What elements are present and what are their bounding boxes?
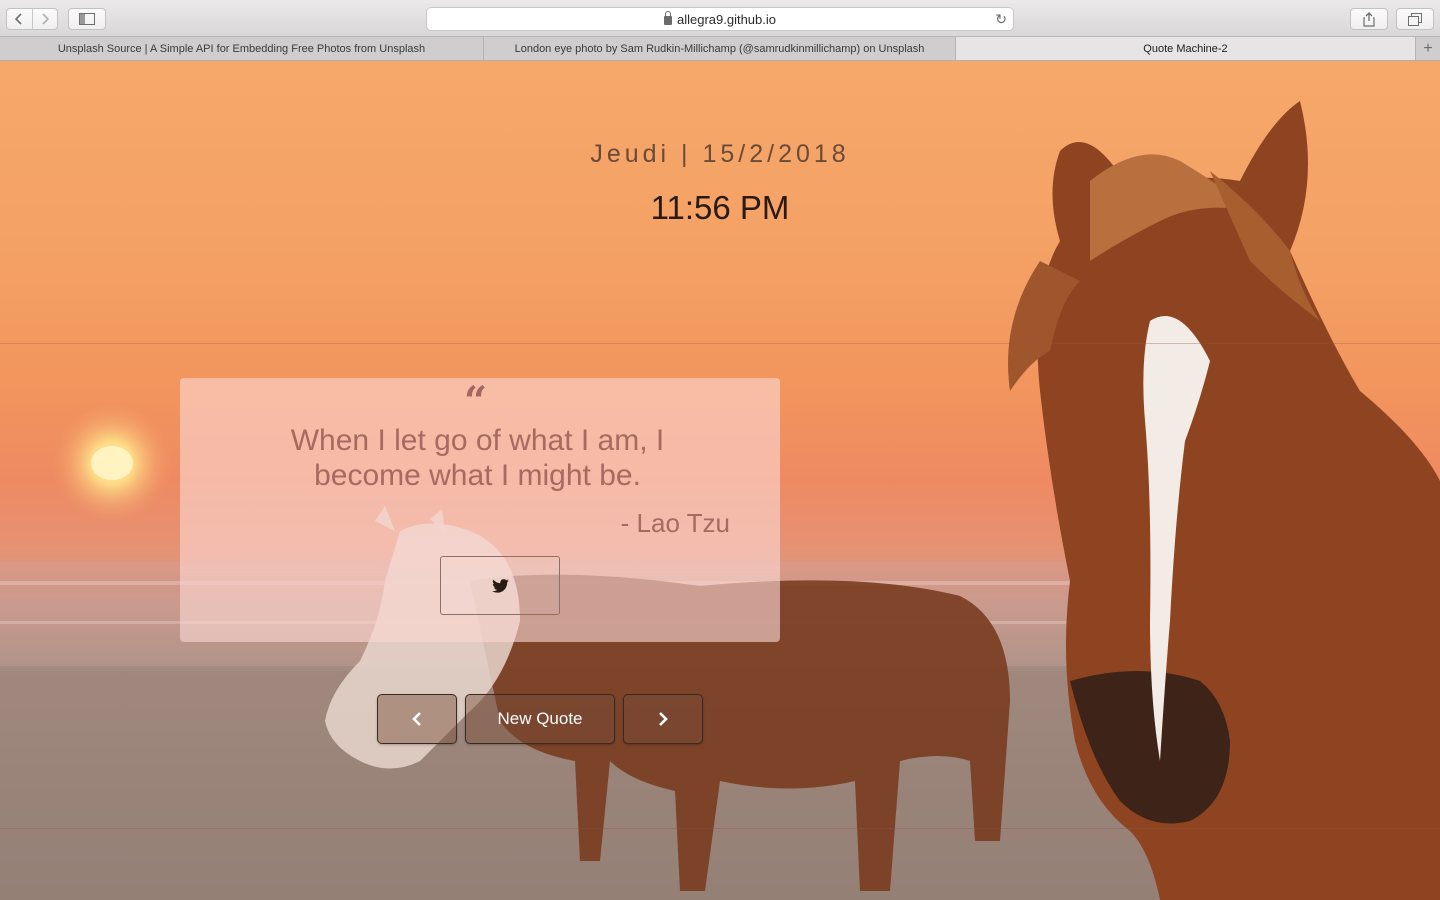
back-icon[interactable]: [7, 9, 33, 29]
divider-line: [0, 828, 1440, 829]
tweet-button[interactable]: [440, 556, 560, 615]
twitter-icon: [491, 578, 509, 593]
url-text: allegra9.github.io: [676, 11, 777, 27]
quote-card: “ When I let go of what I am, I become w…: [180, 378, 780, 642]
quote-text: When I let go of what I am, I become wha…: [290, 424, 665, 492]
browser-toolbar: allegra9.github.io ↻: [0, 0, 1440, 37]
chevron-left-icon: [412, 712, 421, 726]
forward-icon[interactable]: [33, 9, 58, 29]
tab-bar: Unsplash Source | A Simple API for Embed…: [0, 37, 1440, 61]
quote-icon: “: [464, 378, 488, 425]
page-content: Jeudi | 15/2/2018 11:56 PM “ When I let …: [0, 61, 1440, 900]
divider-line: [0, 343, 1440, 344]
time-display: 11:56 PM: [650, 189, 790, 226]
nav-button-group: [6, 8, 58, 30]
address-bar[interactable]: allegra9.github.io ↻: [426, 7, 1014, 31]
reload-icon[interactable]: ↻: [995, 11, 1007, 28]
tab-london-eye-photo[interactable]: London eye photo by Sam Rudkin-Millicham…: [484, 37, 956, 60]
plus-icon[interactable]: +: [1416, 37, 1440, 60]
quote-author: - Lao Tzu: [620, 508, 730, 538]
chevron-right-icon: [659, 712, 668, 726]
tab-quote-machine[interactable]: Quote Machine-2: [956, 37, 1416, 60]
previous-quote-button[interactable]: [377, 694, 457, 744]
next-quote-button[interactable]: [623, 694, 703, 744]
new-quote-button[interactable]: New Quote: [465, 694, 615, 744]
date-display: Jeudi | 15/2/2018: [590, 140, 850, 168]
share-icon[interactable]: [1350, 8, 1388, 30]
sidebar-icon[interactable]: [68, 8, 106, 30]
lock-icon: [663, 10, 672, 25]
tabs-icon[interactable]: [1396, 8, 1434, 30]
tab-unsplash-source[interactable]: Unsplash Source | A Simple API for Embed…: [0, 37, 484, 60]
